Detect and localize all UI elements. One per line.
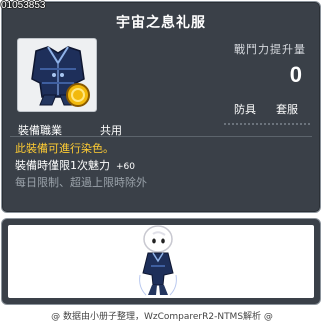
character-preview-panel bbox=[1, 218, 321, 305]
item-id: 01053853 bbox=[1, 0, 46, 11]
dye-notice: 此裝備可進行染色。 bbox=[15, 142, 114, 155]
dotted-separator bbox=[224, 123, 310, 125]
item-title: 宇宙之息礼服 bbox=[116, 15, 206, 31]
attack-increase-label: 戰鬥力提升量 bbox=[234, 43, 306, 56]
item-tooltip: 宇宙之息礼服 戰鬥力提升量 0 防具 套服 裝備職業 共用 此裝備可進行染色。 bbox=[1, 1, 321, 213]
charm-bonus-text: 裝備時僅限1次魅力 bbox=[15, 159, 110, 172]
charm-bonus-line: 裝備時僅限1次魅力 +60 bbox=[15, 157, 135, 173]
item-icon-frame bbox=[17, 38, 97, 112]
footer-credit: @ 数据由小册子整理，WzComparerR2-NTMS解析 @ bbox=[51, 312, 273, 322]
character-preview-canvas bbox=[8, 225, 314, 298]
section-divider bbox=[10, 136, 312, 137]
coin-icon bbox=[66, 83, 90, 107]
outfit-icon bbox=[31, 46, 90, 107]
attack-increase-value: 0 bbox=[289, 62, 302, 87]
charm-bonus-value: +60 bbox=[116, 162, 135, 172]
character-avatar bbox=[139, 225, 177, 296]
category-tag-armor: 防具 bbox=[234, 103, 256, 116]
daily-limit-notice: 每日限制、超過上限時除外 bbox=[15, 176, 147, 189]
category-tag-set: 套服 bbox=[276, 103, 298, 116]
